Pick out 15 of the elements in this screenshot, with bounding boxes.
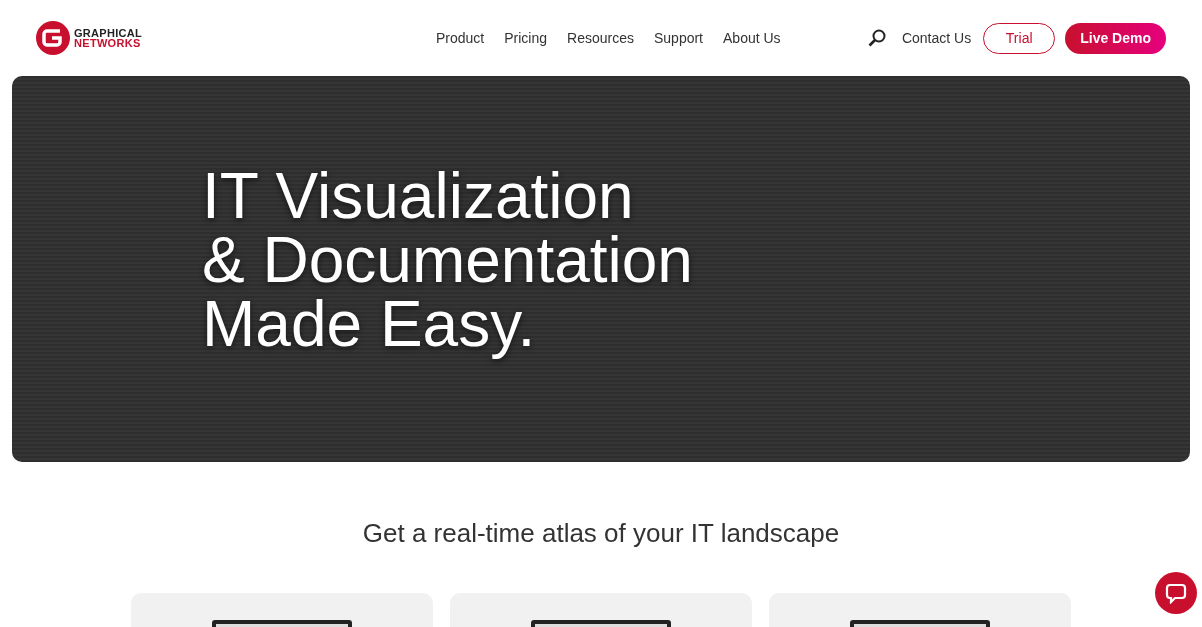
chat-icon [1165, 582, 1187, 604]
contact-link[interactable]: Contact Us [901, 30, 972, 46]
chat-button[interactable] [1155, 572, 1197, 614]
logo-icon [36, 21, 70, 55]
logo-text: NETWORKS [74, 38, 142, 48]
live-demo-button[interactable]: Live Demo [1065, 22, 1166, 54]
trial-button[interactable]: Trial [983, 22, 1056, 54]
search-icon[interactable] [867, 29, 886, 47]
nav-link[interactable]: About Us [723, 30, 781, 46]
section-heading: Get a real-time atlas of your IT landscape [361, 518, 841, 549]
nav-link[interactable]: Pricing [504, 30, 548, 46]
nav-link[interactable]: Product [436, 30, 485, 46]
logo-text: GRAPHICAL [74, 28, 143, 38]
nav-link[interactable]: Support [653, 30, 703, 46]
nav-link[interactable]: Resources [567, 30, 634, 46]
